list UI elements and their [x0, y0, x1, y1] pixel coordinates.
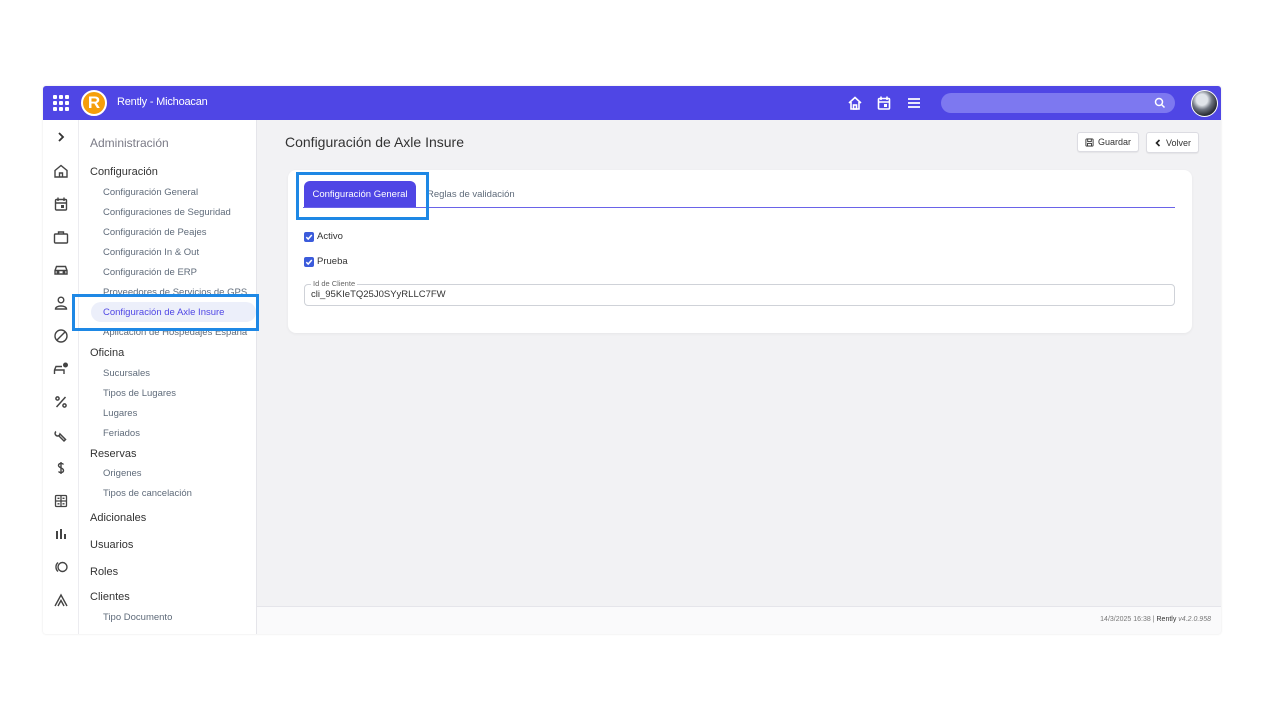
back-button[interactable]: Volver	[1146, 132, 1200, 153]
bar-chart-icon[interactable]	[52, 525, 70, 543]
menu-section-configuracion[interactable]: Configuración	[90, 166, 158, 178]
menu-item-tipo-documento[interactable]: Tipo Documento	[103, 612, 172, 623]
side-menu: Administración Configuración Configuraci…	[79, 120, 257, 634]
prueba-label: Prueba	[317, 256, 348, 267]
prueba-checkbox-row[interactable]: Prueba	[304, 256, 348, 267]
apps-grid-icon[interactable]	[53, 95, 69, 111]
app-window: R Rently - Michoacan Administración Conf…	[43, 86, 1221, 634]
menu-item-tipos-lugares[interactable]: Tipos de Lugares	[103, 388, 176, 399]
menu-item-configuracion-peajes[interactable]: Configuración de Peajes	[103, 227, 207, 238]
menu-item-feriados[interactable]: Feriados	[103, 428, 140, 439]
menu-item-lugares[interactable]: Lugares	[103, 408, 137, 419]
client-id-field: Id de Cliente	[304, 279, 1175, 306]
menu-section-oficina[interactable]: Oficina	[90, 347, 124, 359]
client-id-input[interactable]	[311, 289, 1161, 300]
footer-version: v4.2.0.958	[1178, 616, 1211, 623]
tab-configuracion-general[interactable]: Configuración General	[304, 181, 416, 207]
car-icon[interactable]	[52, 261, 70, 279]
save-icon	[1085, 137, 1094, 147]
wrench-icon[interactable]	[52, 426, 70, 444]
menu-section-reservas[interactable]: Reservas	[90, 448, 136, 460]
top-bar: R Rently - Michoacan	[43, 86, 1221, 120]
menu-item-hospedajes-espana[interactable]: Aplicación de Hospedajes España	[103, 327, 247, 338]
activo-checkbox-row[interactable]: Activo	[304, 231, 343, 242]
search-input[interactable]	[941, 93, 1175, 113]
calendar-icon[interactable]	[875, 94, 893, 112]
checkmark-icon	[305, 258, 313, 265]
tab-underline	[303, 207, 1175, 208]
prueba-checkbox[interactable]	[304, 256, 314, 267]
checkmark-icon	[305, 233, 313, 240]
footer-brand: Rently	[1156, 616, 1177, 623]
home-icon[interactable]	[52, 162, 70, 180]
company-logo: R	[81, 90, 107, 116]
block-icon[interactable]	[52, 327, 70, 345]
calculator-icon[interactable]	[52, 492, 70, 510]
footer-separator: |	[1152, 616, 1155, 623]
menu-icon[interactable]	[905, 94, 923, 112]
icon-rail	[43, 120, 79, 634]
integration-icon[interactable]	[52, 558, 70, 576]
chevron-left-icon	[1155, 138, 1161, 147]
save-label: Guardar	[1098, 137, 1132, 147]
menu-item-axle-insure[interactable]: Configuración de Axle Insure	[103, 307, 224, 318]
briefcase-icon[interactable]	[52, 228, 70, 246]
menu-title: Administración	[90, 136, 169, 150]
footer: 14/3/2025 16:38 | Rently v4.2.0.958	[257, 606, 1221, 634]
menu-section-adicionales[interactable]: Adicionales	[90, 512, 146, 524]
footer-text: 14/3/2025 16:38 | Rently v4.2.0.958	[1100, 616, 1211, 623]
menu-item-configuracion-general[interactable]: Configuración General	[103, 187, 198, 198]
footer-datetime: 14/3/2025 16:38	[1100, 616, 1151, 623]
home-icon[interactable]	[846, 94, 864, 112]
activo-label: Activo	[317, 231, 343, 242]
menu-item-origenes[interactable]: Origenes	[103, 468, 142, 479]
chevron-right-icon[interactable]	[52, 128, 70, 146]
back-label: Volver	[1166, 137, 1192, 148]
tab-reglas-validacion[interactable]: Reglas de validación	[427, 189, 515, 200]
menu-item-configuracion-in-out[interactable]: Configuración In & Out	[103, 247, 199, 258]
axle-logo-icon[interactable]	[52, 591, 70, 609]
percent-icon[interactable]	[52, 393, 70, 411]
page-title: Configuración de Axle Insure	[285, 134, 464, 150]
menu-item-configuraciones-seguridad[interactable]: Configuraciones de Seguridad	[103, 207, 231, 218]
calendar-icon[interactable]	[52, 195, 70, 213]
menu-item-tipos-cancelacion[interactable]: Tipos de cancelación	[103, 488, 192, 499]
save-button[interactable]: Guardar	[1077, 132, 1140, 152]
menu-section-roles[interactable]: Roles	[90, 566, 118, 578]
vehicle-alert-icon[interactable]	[52, 360, 70, 378]
menu-item-sucursales[interactable]: Sucursales	[103, 368, 150, 379]
client-id-label: Id de Cliente	[311, 279, 358, 288]
company-name[interactable]: Rently - Michoacan	[117, 96, 208, 108]
menu-section-usuarios[interactable]: Usuarios	[90, 539, 133, 551]
menu-section-clientes[interactable]: Clientes	[90, 591, 130, 603]
dollar-icon[interactable]	[52, 459, 70, 477]
activo-checkbox[interactable]	[304, 231, 314, 242]
menu-item-proveedores-gps[interactable]: Proveedores de Servicios de GPS	[103, 287, 247, 298]
user-icon[interactable]	[52, 294, 70, 312]
settings-card: Configuración General Reglas de validaci…	[288, 170, 1192, 333]
user-avatar[interactable]	[1191, 90, 1218, 117]
menu-item-configuracion-erp[interactable]: Configuración de ERP	[103, 267, 197, 278]
